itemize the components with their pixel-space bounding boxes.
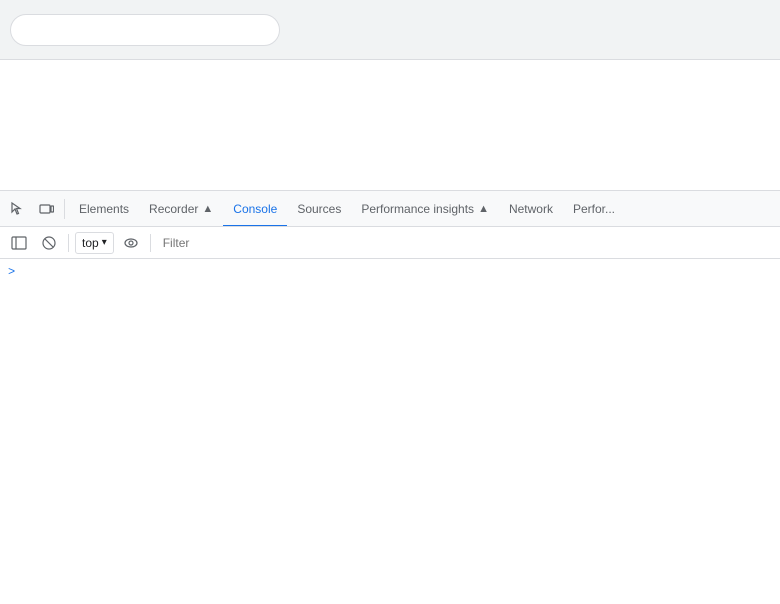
tab-elements[interactable]: Elements [69, 191, 139, 227]
performance-insights-icon: ▲ [478, 203, 489, 215]
sidebar-toggle-icon[interactable] [6, 230, 32, 256]
address-bar[interactable] [10, 14, 280, 46]
prompt-arrow-icon: > [8, 265, 15, 279]
device-toolbar-icon[interactable] [32, 195, 60, 223]
tab-separator-1 [64, 199, 65, 219]
toolbar-separator-1 [68, 234, 69, 252]
browser-toolbar [0, 0, 780, 60]
page-content [0, 60, 780, 190]
chevron-down-icon: ▾ [102, 237, 107, 248]
devtools-panel: Elements Recorder ▲ Console Sources Perf… [0, 190, 780, 604]
toolbar-separator-2 [150, 234, 151, 252]
console-content: > [0, 259, 780, 604]
devtools-tab-bar: Elements Recorder ▲ Console Sources Perf… [0, 191, 780, 227]
filter-input[interactable] [157, 232, 774, 254]
tab-recorder[interactable]: Recorder ▲ [139, 191, 223, 227]
eye-icon[interactable] [118, 230, 144, 256]
tab-console[interactable]: Console [223, 191, 287, 227]
tab-performance[interactable]: Perfor... [563, 191, 625, 227]
console-toolbar: top ▾ [0, 227, 780, 259]
recorder-icon: ▲ [202, 203, 213, 215]
tab-performance-insights[interactable]: Performance insights ▲ [351, 191, 499, 227]
clear-console-icon[interactable] [36, 230, 62, 256]
tab-network[interactable]: Network [499, 191, 563, 227]
context-dropdown[interactable]: top ▾ [75, 232, 114, 254]
inspect-element-icon[interactable] [4, 195, 32, 223]
console-prompt-line: > [0, 263, 780, 281]
tab-sources[interactable]: Sources [287, 191, 351, 227]
context-value: top [82, 236, 99, 250]
